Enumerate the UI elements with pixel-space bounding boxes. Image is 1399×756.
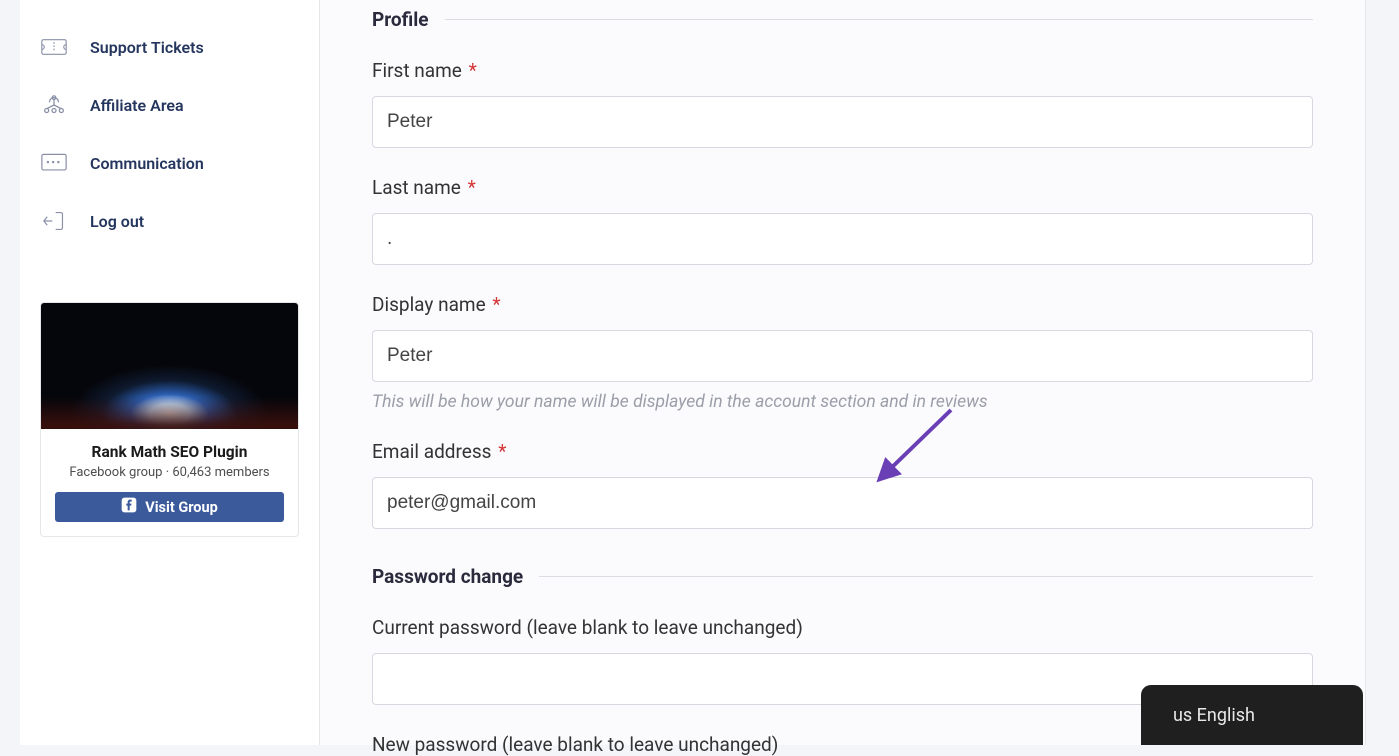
promo-subtitle: Facebook group · 60,463 members xyxy=(41,465,298,480)
first-name-field: First name * xyxy=(372,59,1313,148)
password-section-title: Password change xyxy=(372,565,523,588)
sidebar-item-logout[interactable]: Log out xyxy=(40,192,299,250)
last-name-label: Last name * xyxy=(372,176,476,199)
required-marker: * xyxy=(492,293,500,316)
display-name-field: Display name * This will be how your nam… xyxy=(372,293,1313,412)
chat-icon xyxy=(40,152,68,174)
display-name-hint: This will be how your name will be displ… xyxy=(372,392,1313,412)
last-name-input[interactable] xyxy=(372,213,1313,265)
ticket-icon xyxy=(40,36,68,58)
email-input[interactable] xyxy=(372,477,1313,529)
password-section-header: Password change xyxy=(372,565,1313,588)
display-name-input[interactable] xyxy=(372,330,1313,382)
language-switcher[interactable]: us English xyxy=(1141,685,1363,745)
promo-card: Rank Math SEO Plugin Facebook group · 60… xyxy=(40,302,299,537)
last-name-field: Last name * xyxy=(372,176,1313,265)
network-icon xyxy=(40,94,68,116)
label-text: Display name xyxy=(372,293,486,316)
label-text: First name xyxy=(372,59,462,82)
divider xyxy=(539,576,1313,577)
email-label: Email address * xyxy=(372,440,506,463)
sidebar-item-support-tickets[interactable]: Support Tickets xyxy=(40,18,299,76)
account-sidebar: Support Tickets Affiliate Area Communica… xyxy=(20,0,320,745)
sidebar-item-label: Support Tickets xyxy=(90,38,204,57)
sidebar-item-affiliate-area[interactable]: Affiliate Area xyxy=(40,76,299,134)
label-text: Last name xyxy=(372,176,461,199)
promo-image xyxy=(41,303,298,429)
divider xyxy=(445,19,1313,20)
first-name-label: First name * xyxy=(372,59,477,82)
page-left-gutter xyxy=(0,0,20,745)
required-marker: * xyxy=(468,176,476,199)
required-marker: * xyxy=(498,440,506,463)
first-name-input[interactable] xyxy=(372,96,1313,148)
facebook-icon xyxy=(121,497,137,517)
current-password-label: Current password (leave blank to leave u… xyxy=(372,616,803,639)
promo-title: Rank Math SEO Plugin xyxy=(41,443,298,461)
sidebar-item-communication[interactable]: Communication xyxy=(40,134,299,192)
sidebar-nav: Support Tickets Affiliate Area Communica… xyxy=(40,18,299,250)
sidebar-item-label: Log out xyxy=(90,212,144,231)
profile-form: Profile First name * Last name * Display… xyxy=(320,0,1366,745)
required-marker: * xyxy=(469,59,477,82)
profile-section-title: Profile xyxy=(372,8,429,31)
sidebar-item-label: Affiliate Area xyxy=(90,96,184,115)
sidebar-item-label: Communication xyxy=(90,154,204,173)
promo-button-label: Visit Group xyxy=(145,499,218,516)
visit-group-button[interactable]: Visit Group xyxy=(55,492,284,522)
profile-section-header: Profile xyxy=(372,8,1313,31)
email-field: Email address * xyxy=(372,440,1313,529)
label-text: Email address xyxy=(372,440,491,463)
language-label: us English xyxy=(1173,705,1255,726)
logout-icon xyxy=(40,210,68,232)
display-name-label: Display name * xyxy=(372,293,501,316)
page-right-gutter xyxy=(1366,0,1399,745)
